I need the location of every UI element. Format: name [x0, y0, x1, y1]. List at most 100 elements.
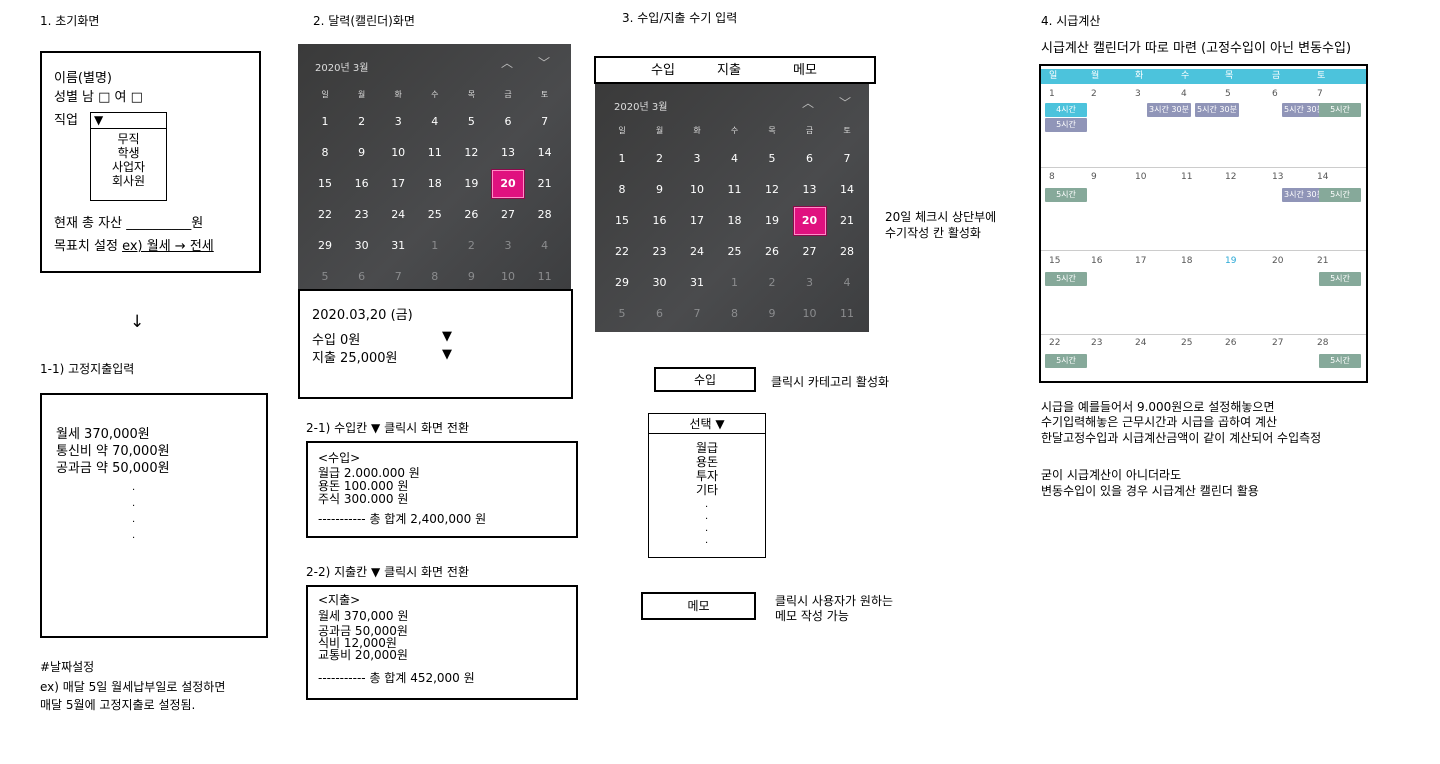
- date-number[interactable]: 13: [1272, 172, 1283, 182]
- tab-income[interactable]: 수입: [651, 63, 675, 79]
- day-cell[interactable]: 31: [379, 232, 417, 260]
- day-cell[interactable]: 28: [828, 238, 866, 266]
- day-cell[interactable]: 14: [828, 176, 866, 204]
- day-cell[interactable]: 1: [306, 108, 344, 136]
- date-number[interactable]: 16: [1091, 256, 1102, 266]
- day-cell[interactable]: 2: [753, 269, 791, 297]
- date-number[interactable]: 27: [1272, 338, 1283, 348]
- day-cell[interactable]: 22: [603, 238, 641, 266]
- day-cell[interactable]: 7: [526, 108, 564, 136]
- day-cell[interactable]: 13: [791, 176, 829, 204]
- hours-pill[interactable]: 5시간 30분: [1195, 103, 1239, 117]
- day-cell[interactable]: 11: [716, 176, 754, 204]
- chevron-up-icon[interactable]: ︿: [802, 94, 814, 111]
- hours-pill[interactable]: 5시간: [1319, 188, 1361, 202]
- day-cell[interactable]: 9: [452, 263, 490, 291]
- hours-pill[interactable]: 5시간: [1319, 103, 1361, 117]
- day-cell[interactable]: 1: [603, 145, 641, 173]
- day-cell[interactable]: 30: [641, 269, 679, 297]
- job-option[interactable]: 학생: [91, 146, 166, 161]
- date-number[interactable]: 8: [1049, 172, 1055, 182]
- date-number[interactable]: 23: [1091, 338, 1102, 348]
- day-cell[interactable]: 6: [791, 145, 829, 173]
- date-number[interactable]: 22: [1049, 338, 1060, 348]
- day-cell[interactable]: 4: [828, 269, 866, 297]
- date-number[interactable]: 25: [1181, 338, 1192, 348]
- date-number[interactable]: 12: [1225, 172, 1236, 182]
- day-cell[interactable]: 5: [603, 300, 641, 328]
- date-number[interactable]: 5: [1225, 89, 1231, 99]
- day-cell[interactable]: 16: [343, 170, 381, 198]
- day-cell[interactable]: 4: [716, 145, 754, 173]
- day-cell[interactable]: 22: [306, 201, 344, 229]
- date-number[interactable]: 28: [1317, 338, 1328, 348]
- day-cell[interactable]: 13: [489, 139, 527, 167]
- date-number[interactable]: 11: [1181, 172, 1192, 182]
- date-number[interactable]: 7: [1317, 89, 1323, 99]
- day-cell[interactable]: 31: [678, 269, 716, 297]
- day-cell[interactable]: 7: [379, 263, 417, 291]
- day-cell[interactable]: 26: [753, 238, 791, 266]
- day-cell[interactable]: 5: [753, 145, 791, 173]
- day-cell[interactable]: 11: [828, 300, 866, 328]
- day-cell[interactable]: 2: [452, 232, 490, 260]
- day-cell[interactable]: 28: [526, 201, 564, 229]
- selected-day-cell[interactable]: 20: [492, 170, 524, 198]
- day-cell[interactable]: 18: [716, 207, 754, 235]
- hours-pill[interactable]: 5시간: [1045, 354, 1087, 368]
- category-option[interactable]: 월급: [649, 441, 765, 456]
- date-number[interactable]: 15: [1049, 256, 1060, 266]
- day-cell[interactable]: 9: [753, 300, 791, 328]
- day-cell[interactable]: 9: [343, 139, 381, 167]
- day-cell[interactable]: 3: [489, 232, 527, 260]
- selected-day-cell[interactable]: 20: [793, 207, 826, 235]
- date-number[interactable]: 4: [1181, 89, 1187, 99]
- job-option[interactable]: 무직: [91, 132, 166, 147]
- date-number[interactable]: 17: [1135, 256, 1146, 266]
- day-cell[interactable]: 23: [343, 201, 381, 229]
- chevron-down-icon[interactable]: ﹀: [839, 94, 851, 111]
- day-cell[interactable]: 11: [526, 263, 564, 291]
- date-number[interactable]: 20: [1272, 256, 1283, 266]
- income-dropdown-icon[interactable]: ▼: [442, 329, 452, 345]
- day-cell[interactable]: 18: [416, 170, 454, 198]
- day-cell[interactable]: 21: [828, 207, 866, 235]
- date-number[interactable]: 1: [1049, 89, 1055, 99]
- day-cell[interactable]: 8: [306, 139, 344, 167]
- day-cell[interactable]: 21: [526, 170, 564, 198]
- job-option[interactable]: 사업자: [91, 160, 166, 175]
- memo-button[interactable]: 메모: [641, 592, 756, 620]
- day-cell[interactable]: 29: [603, 269, 641, 297]
- day-cell[interactable]: 10: [678, 176, 716, 204]
- day-cell[interactable]: 12: [452, 139, 490, 167]
- day-cell[interactable]: 27: [791, 238, 829, 266]
- day-cell[interactable]: 3: [379, 108, 417, 136]
- day-cell[interactable]: 30: [343, 232, 381, 260]
- day-cell[interactable]: 10: [379, 139, 417, 167]
- day-cell[interactable]: 19: [753, 207, 791, 235]
- job-select[interactable]: ▼: [90, 112, 167, 129]
- chevron-up-icon[interactable]: ︿: [501, 54, 513, 71]
- day-cell[interactable]: 6: [641, 300, 679, 328]
- day-cell[interactable]: 29: [306, 232, 344, 260]
- day-cell[interactable]: 7: [828, 145, 866, 173]
- hours-pill[interactable]: 5시간: [1319, 272, 1361, 286]
- day-cell[interactable]: 27: [489, 201, 527, 229]
- day-cell[interactable]: 15: [306, 170, 344, 198]
- day-cell[interactable]: 2: [343, 108, 381, 136]
- day-cell[interactable]: 8: [603, 176, 641, 204]
- tab-memo[interactable]: 메모: [793, 63, 817, 79]
- day-cell[interactable]: 17: [678, 207, 716, 235]
- day-cell[interactable]: 24: [379, 201, 417, 229]
- income-button[interactable]: 수입: [654, 367, 756, 392]
- hours-pill[interactable]: 5시간: [1045, 272, 1087, 286]
- day-cell[interactable]: 1: [416, 232, 454, 260]
- category-option[interactable]: 용돈: [649, 455, 765, 470]
- day-cell[interactable]: 12: [753, 176, 791, 204]
- date-number[interactable]: 9: [1091, 172, 1097, 182]
- date-number[interactable]: 18: [1181, 256, 1192, 266]
- day-cell[interactable]: 6: [489, 108, 527, 136]
- day-cell[interactable]: 11: [416, 139, 454, 167]
- chevron-down-icon[interactable]: ﹀: [538, 54, 550, 71]
- day-cell[interactable]: 17: [379, 170, 417, 198]
